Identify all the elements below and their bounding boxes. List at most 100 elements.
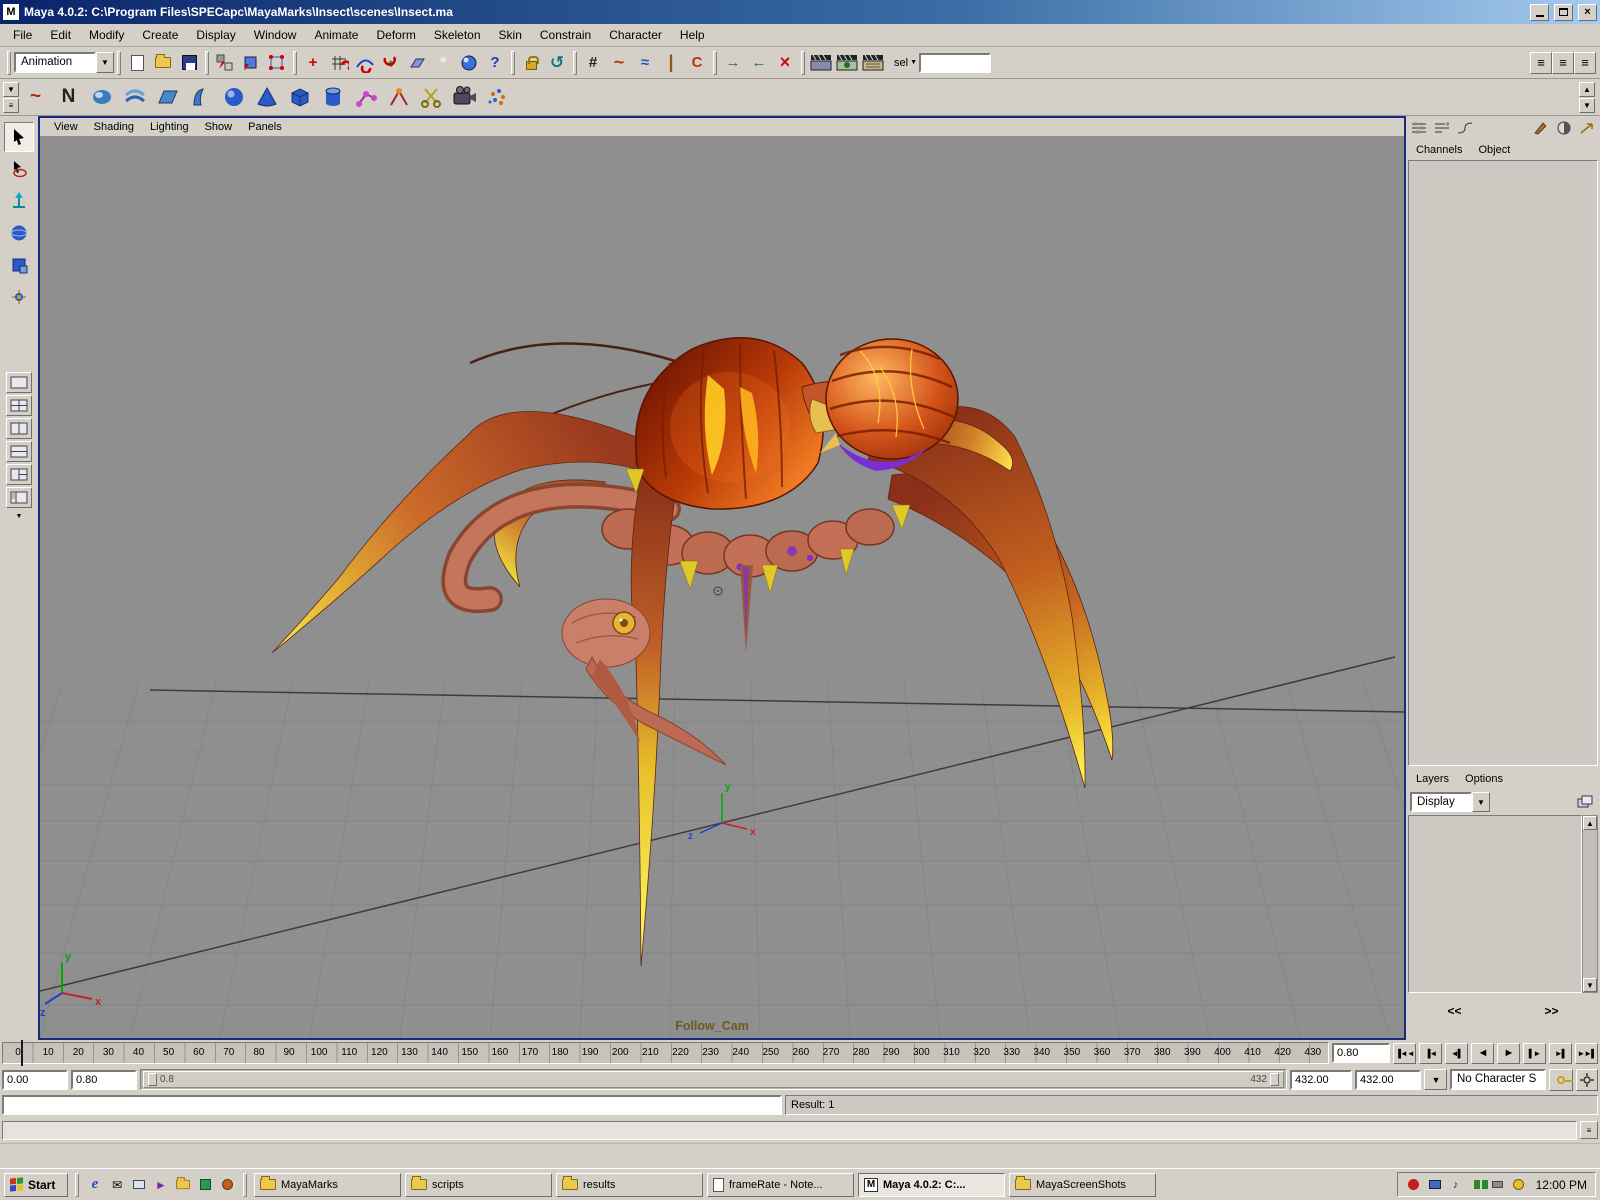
- surface-edit-button[interactable]: ≈: [632, 50, 658, 76]
- rotate-tool-button[interactable]: [4, 218, 34, 248]
- curve-edit-button[interactable]: ~: [606, 50, 632, 76]
- shelf-ep-curve-button[interactable]: ~: [19, 82, 52, 113]
- timeline-tick-label[interactable]: 140: [425, 1043, 455, 1063]
- ipr-render-button[interactable]: [834, 50, 860, 76]
- shelf-scroll-down-button[interactable]: ▼: [1579, 98, 1595, 113]
- current-time-marker[interactable]: [21, 1040, 23, 1066]
- timeline-tick-label[interactable]: 160: [485, 1043, 515, 1063]
- current-frame-field[interactable]: [1332, 1043, 1390, 1063]
- timeline-tick-label[interactable]: 370: [1117, 1043, 1147, 1063]
- snap-to-point-button[interactable]: [378, 50, 404, 76]
- channel-slider-mode-button[interactable]: [1409, 118, 1429, 138]
- layers-menu[interactable]: Layers: [1410, 771, 1455, 787]
- quick-help-button[interactable]: ?: [482, 50, 508, 76]
- toolbar-grip[interactable]: [713, 51, 717, 75]
- timeline-tick-label[interactable]: 220: [665, 1043, 695, 1063]
- minimize-button[interactable]: [1530, 4, 1549, 21]
- select-object-button[interactable]: [238, 50, 264, 76]
- timeline-tick-label[interactable]: 200: [605, 1043, 635, 1063]
- step-back-key-button[interactable]: ◄▌: [1445, 1043, 1468, 1064]
- task-mayamarks[interactable]: MayaMarks: [254, 1173, 401, 1197]
- render-globals-button[interactable]: [860, 50, 886, 76]
- show-manipulator-tool-button[interactable]: [4, 282, 34, 312]
- timeline-tick-label[interactable]: 50: [154, 1043, 184, 1063]
- playback-start-field[interactable]: [71, 1070, 137, 1090]
- timeline-tick-label[interactable]: 270: [816, 1043, 846, 1063]
- timeline-tick-label[interactable]: 110: [334, 1043, 364, 1063]
- media-player-icon[interactable]: ►: [152, 1176, 170, 1194]
- menu-item[interactable]: File: [4, 24, 41, 46]
- make-live-button[interactable]: [456, 50, 482, 76]
- new-scene-button[interactable]: [124, 50, 150, 76]
- help-line-menu-button[interactable]: ≡: [1580, 1121, 1598, 1139]
- quick-select-input[interactable]: [919, 53, 991, 73]
- panel-menu-item[interactable]: View: [46, 119, 86, 135]
- layer-scroll-up-button[interactable]: ▲: [1583, 816, 1597, 830]
- object-menu[interactable]: Object: [1472, 142, 1516, 158]
- timeline-tick-label[interactable]: 10: [33, 1043, 63, 1063]
- new-layer-button[interactable]: [1574, 792, 1596, 812]
- timeline-tick-label[interactable]: 280: [846, 1043, 876, 1063]
- construction-history-button[interactable]: ↺: [544, 50, 570, 76]
- toggle-attribute-editor-button[interactable]: ≡: [1530, 52, 1552, 74]
- render-frame-button[interactable]: [808, 50, 834, 76]
- animation-start-field[interactable]: [2, 1070, 68, 1090]
- shelf-ik-handle-button[interactable]: [382, 82, 415, 113]
- timeline-tick-label[interactable]: 90: [274, 1043, 304, 1063]
- shelf-particles-button[interactable]: [481, 82, 514, 113]
- toggle-tool-settings-button[interactable]: ≡: [1552, 52, 1574, 74]
- menu-item[interactable]: Help: [671, 24, 714, 46]
- layout-two-pane-stacked-button[interactable]: [6, 441, 32, 462]
- shelf-cut-tool-button[interactable]: [415, 82, 448, 113]
- shelf-revolve-button[interactable]: [85, 82, 118, 113]
- quick-launch-app-icon[interactable]: [196, 1176, 214, 1194]
- panel-menu-item[interactable]: Lighting: [142, 119, 197, 135]
- task-mayascreenshots[interactable]: MayaScreenShots: [1009, 1173, 1156, 1197]
- timeline-tick-label[interactable]: 350: [1057, 1043, 1087, 1063]
- layout-two-pane-side-button[interactable]: [6, 418, 32, 439]
- menu-item[interactable]: Character: [600, 24, 671, 46]
- auto-key-button[interactable]: [1549, 1069, 1573, 1091]
- highlight-selection-button[interactable]: +: [300, 50, 326, 76]
- shelf-scroll-up-button[interactable]: ▲: [1579, 82, 1595, 97]
- perspective-viewport[interactable]: ViewShadingLightingShowPanels: [38, 116, 1406, 1040]
- timeline-tick-label[interactable]: 390: [1177, 1043, 1207, 1063]
- quick-launch-tool-icon[interactable]: [218, 1176, 236, 1194]
- scheduler-icon[interactable]: [1511, 1177, 1527, 1193]
- timeline-tick-label[interactable]: 290: [876, 1043, 906, 1063]
- layer-list[interactable]: [1408, 815, 1582, 993]
- show-desktop-icon[interactable]: [130, 1176, 148, 1194]
- menu-set-selector[interactable]: Animation ▼: [14, 52, 114, 73]
- timeline-tick-label[interactable]: 0: [3, 1043, 33, 1063]
- menu-item[interactable]: Edit: [41, 24, 80, 46]
- panel-arrow-button[interactable]: [1577, 118, 1597, 138]
- select-component-button[interactable]: [264, 50, 290, 76]
- step-back-frame-button[interactable]: ▐◄: [1419, 1043, 1442, 1064]
- timeline-tick-label[interactable]: 120: [364, 1043, 394, 1063]
- input-connections-button[interactable]: →: [720, 50, 746, 76]
- timeline-tick-label[interactable]: 180: [545, 1043, 575, 1063]
- shelf-cylinder-button[interactable]: [316, 82, 349, 113]
- sel-dropdown-icon[interactable]: ▼: [910, 59, 917, 66]
- timeline-tick-label[interactable]: 420: [1268, 1043, 1298, 1063]
- range-slider-bar[interactable]: 0.8 432: [143, 1071, 1284, 1088]
- timeline-tick-label[interactable]: 320: [967, 1043, 997, 1063]
- timeline-tick-label[interactable]: 70: [214, 1043, 244, 1063]
- timeline-tick-label[interactable]: 410: [1237, 1043, 1267, 1063]
- shelf-cone-button[interactable]: [250, 82, 283, 113]
- timeline-tick-label[interactable]: 240: [726, 1043, 756, 1063]
- menu-item[interactable]: Create: [133, 24, 187, 46]
- network-icon[interactable]: [1469, 1177, 1485, 1193]
- timeline-tick-label[interactable]: 210: [635, 1043, 665, 1063]
- timeline-tick-label[interactable]: 130: [394, 1043, 424, 1063]
- timeline-tick-label[interactable]: 330: [997, 1043, 1027, 1063]
- timeline-tick-label[interactable]: 100: [304, 1043, 334, 1063]
- range-slider-track[interactable]: 0.8 432: [140, 1069, 1287, 1090]
- display-settings-icon[interactable]: [1427, 1177, 1443, 1193]
- timeline-tick-label[interactable]: 30: [93, 1043, 123, 1063]
- animation-preferences-button[interactable]: [1576, 1069, 1598, 1091]
- step-forward-key-button[interactable]: ▌►: [1523, 1043, 1546, 1064]
- timeline-tick-label[interactable]: 380: [1147, 1043, 1177, 1063]
- timeline-tick-label[interactable]: 310: [936, 1043, 966, 1063]
- timeline-tick-label[interactable]: 20: [63, 1043, 93, 1063]
